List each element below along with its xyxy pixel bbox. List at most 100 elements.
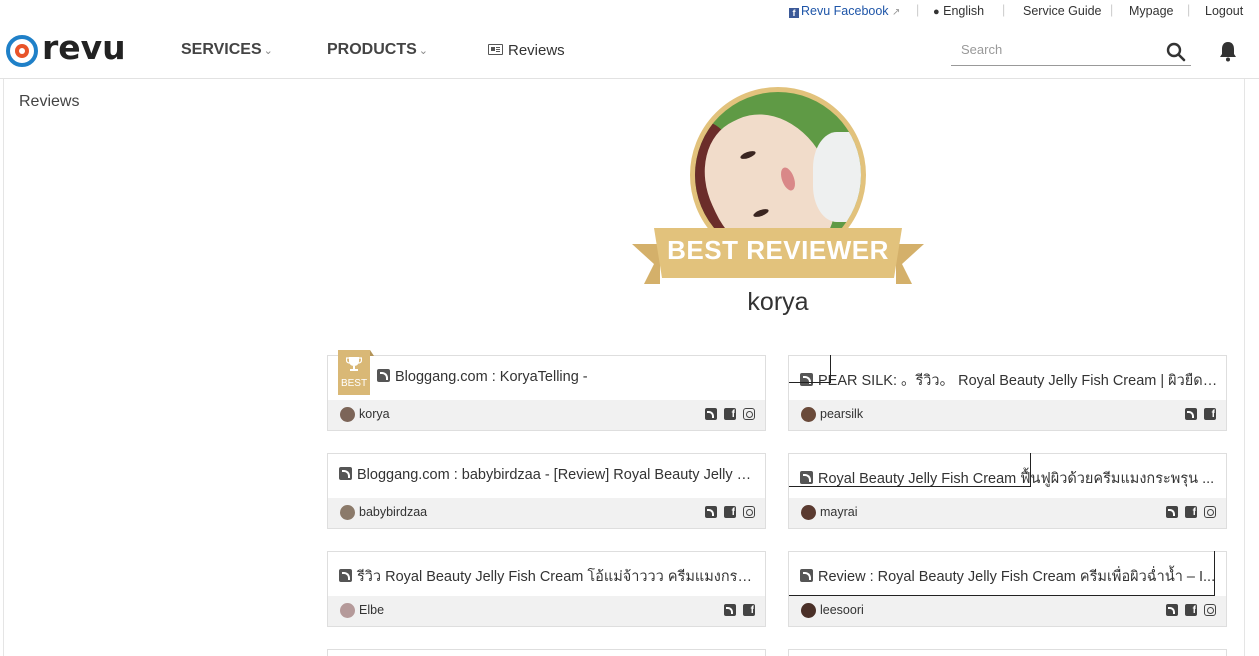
- bell-icon[interactable]: [1218, 40, 1238, 62]
- review-card[interactable]: BEST Bloggang.com : KoryaTelling - korya…: [327, 350, 766, 431]
- right-scrollbar-track[interactable]: [1244, 79, 1245, 656]
- review-card-partial[interactable]: [327, 649, 766, 656]
- nav-products[interactable]: PRODUCTS ⌄: [327, 41, 428, 59]
- revu-logo[interactable]: revu: [6, 28, 126, 68]
- review-title[interactable]: Bloggang.com : babybirdzaa - [Review] Ro…: [339, 467, 757, 483]
- facebook-icon[interactable]: f: [724, 408, 736, 420]
- language-selector[interactable]: ● English: [933, 4, 984, 18]
- facebook-link-label: Revu Facebook: [801, 4, 889, 18]
- nav-services-label: SERVICES: [181, 41, 262, 58]
- sidebar-divider: [3, 79, 4, 656]
- nav-services[interactable]: SERVICES ⌄: [181, 41, 273, 59]
- best-reviewer-label: BEST REVIEWER: [667, 235, 889, 265]
- sidebar-title: Reviews: [19, 93, 80, 110]
- instagram-icon[interactable]: [743, 408, 755, 420]
- stray-line: [830, 355, 831, 383]
- review-footer: korya f: [328, 400, 765, 430]
- facebook-icon[interactable]: f: [724, 506, 736, 518]
- globe-icon: ●: [933, 6, 940, 18]
- facebook-icon[interactable]: f: [1185, 506, 1197, 518]
- user-avatar: [801, 407, 816, 422]
- review-username[interactable]: leesoori: [820, 603, 864, 617]
- nav-reviews[interactable]: Reviews: [488, 42, 565, 59]
- newspaper-icon: [488, 44, 503, 55]
- external-link-icon: ↗: [892, 7, 901, 18]
- facebook-icon[interactable]: f: [1185, 604, 1197, 616]
- review-title-text: Royal Beauty Jelly Fish Cream ฟื้นฟูผิวด…: [818, 471, 1215, 487]
- rss-icon: [377, 369, 390, 382]
- stray-line: [1030, 453, 1031, 487]
- logo-wordmark: revu: [42, 28, 126, 67]
- review-title[interactable]: PEAR SILK: 。รีวิว。 Royal Beauty Jelly Fi…: [800, 369, 1218, 392]
- rss-icon: [800, 373, 813, 386]
- service-guide-link[interactable]: Service Guide: [1023, 4, 1102, 18]
- review-card-partial[interactable]: [788, 649, 1227, 656]
- stray-line: [1214, 551, 1215, 595]
- stray-line: [789, 382, 831, 383]
- eye-logo-icon: [6, 35, 38, 67]
- top-utility-bar: f Revu Facebook ↗ | ● English | Service G…: [0, 0, 1259, 22]
- facebook-icon[interactable]: f: [1204, 408, 1216, 420]
- mypage-link[interactable]: Mypage: [1129, 4, 1173, 18]
- review-title[interactable]: Bloggang.com : KoryaTelling -: [377, 369, 757, 385]
- user-avatar: [801, 603, 816, 618]
- review-title-text: Bloggang.com : KoryaTelling -: [395, 369, 588, 385]
- review-footer: pearsilk f: [789, 400, 1226, 430]
- review-footer: mayrai f: [789, 498, 1226, 528]
- rss-icon[interactable]: [724, 604, 736, 616]
- stray-line: [789, 486, 1031, 487]
- search-input[interactable]: [961, 42, 1151, 57]
- stray-line: [789, 595, 1215, 596]
- user-avatar: [340, 407, 355, 422]
- review-title-text: Bloggang.com : babybirdzaa - [Review] Ro…: [357, 467, 757, 483]
- rss-icon[interactable]: [1166, 506, 1178, 518]
- review-card[interactable]: Royal Beauty Jelly Fish Cream ฟื้นฟูผิวด…: [788, 453, 1227, 529]
- review-title-text: รีวิว Royal Beauty Jelly Fish Cream โอ้แ…: [357, 569, 757, 585]
- instagram-icon[interactable]: [1204, 604, 1216, 616]
- review-footer: Elbe f: [328, 596, 765, 626]
- review-username[interactable]: korya: [359, 407, 390, 421]
- facebook-link[interactable]: f Revu Facebook ↗: [789, 4, 900, 18]
- review-title[interactable]: Review : Royal Beauty Jelly Fish Cream ค…: [800, 565, 1218, 588]
- search-icon[interactable]: [1166, 42, 1186, 62]
- rss-icon: [800, 569, 813, 582]
- trophy-icon: [346, 357, 362, 371]
- nav-products-label: PRODUCTS: [327, 41, 417, 58]
- language-label: English: [943, 4, 985, 18]
- review-card[interactable]: PEAR SILK: 。รีวิว。 Royal Beauty Jelly Fi…: [788, 355, 1227, 431]
- review-card[interactable]: Bloggang.com : babybirdzaa - [Review] Ro…: [327, 453, 766, 529]
- review-username[interactable]: Elbe: [359, 603, 384, 617]
- instagram-icon[interactable]: [1204, 506, 1216, 518]
- instagram-icon[interactable]: [743, 506, 755, 518]
- separator: |: [1002, 3, 1006, 17]
- search-box: [951, 36, 1191, 66]
- rss-icon: [800, 471, 813, 484]
- review-footer: babybirdzaa f: [328, 498, 765, 528]
- review-username[interactable]: pearsilk: [820, 407, 863, 421]
- review-username[interactable]: mayrai: [820, 505, 858, 519]
- facebook-icon: f: [789, 8, 799, 18]
- chevron-down-icon: ⌄: [418, 45, 428, 57]
- review-title-text: PEAR SILK: 。รีวิว。 Royal Beauty Jelly Fi…: [818, 373, 1218, 389]
- nav-reviews-label: Reviews: [508, 42, 565, 59]
- review-card[interactable]: รีวิว Royal Beauty Jelly Fish Cream โอ้แ…: [327, 551, 766, 627]
- separator: |: [1187, 3, 1191, 17]
- review-footer: leesoori f: [789, 596, 1226, 626]
- user-avatar: [340, 603, 355, 618]
- user-avatar: [801, 505, 816, 520]
- rss-icon[interactable]: [705, 408, 717, 420]
- user-avatar: [340, 505, 355, 520]
- best-badge-label: BEST: [340, 378, 368, 389]
- rss-icon: [339, 467, 352, 480]
- rss-icon[interactable]: [705, 506, 717, 518]
- review-username[interactable]: babybirdzaa: [359, 505, 427, 519]
- facebook-icon[interactable]: f: [743, 604, 755, 616]
- rss-icon[interactable]: [1166, 604, 1178, 616]
- review-card[interactable]: Review : Royal Beauty Jelly Fish Cream ค…: [788, 551, 1227, 627]
- separator: |: [916, 3, 920, 17]
- separator: |: [1110, 3, 1114, 17]
- logout-link[interactable]: Logout: [1205, 4, 1243, 18]
- chevron-down-icon: ⌄: [263, 45, 273, 57]
- review-title[interactable]: รีวิว Royal Beauty Jelly Fish Cream โอ้แ…: [339, 565, 757, 588]
- rss-icon[interactable]: [1185, 408, 1197, 420]
